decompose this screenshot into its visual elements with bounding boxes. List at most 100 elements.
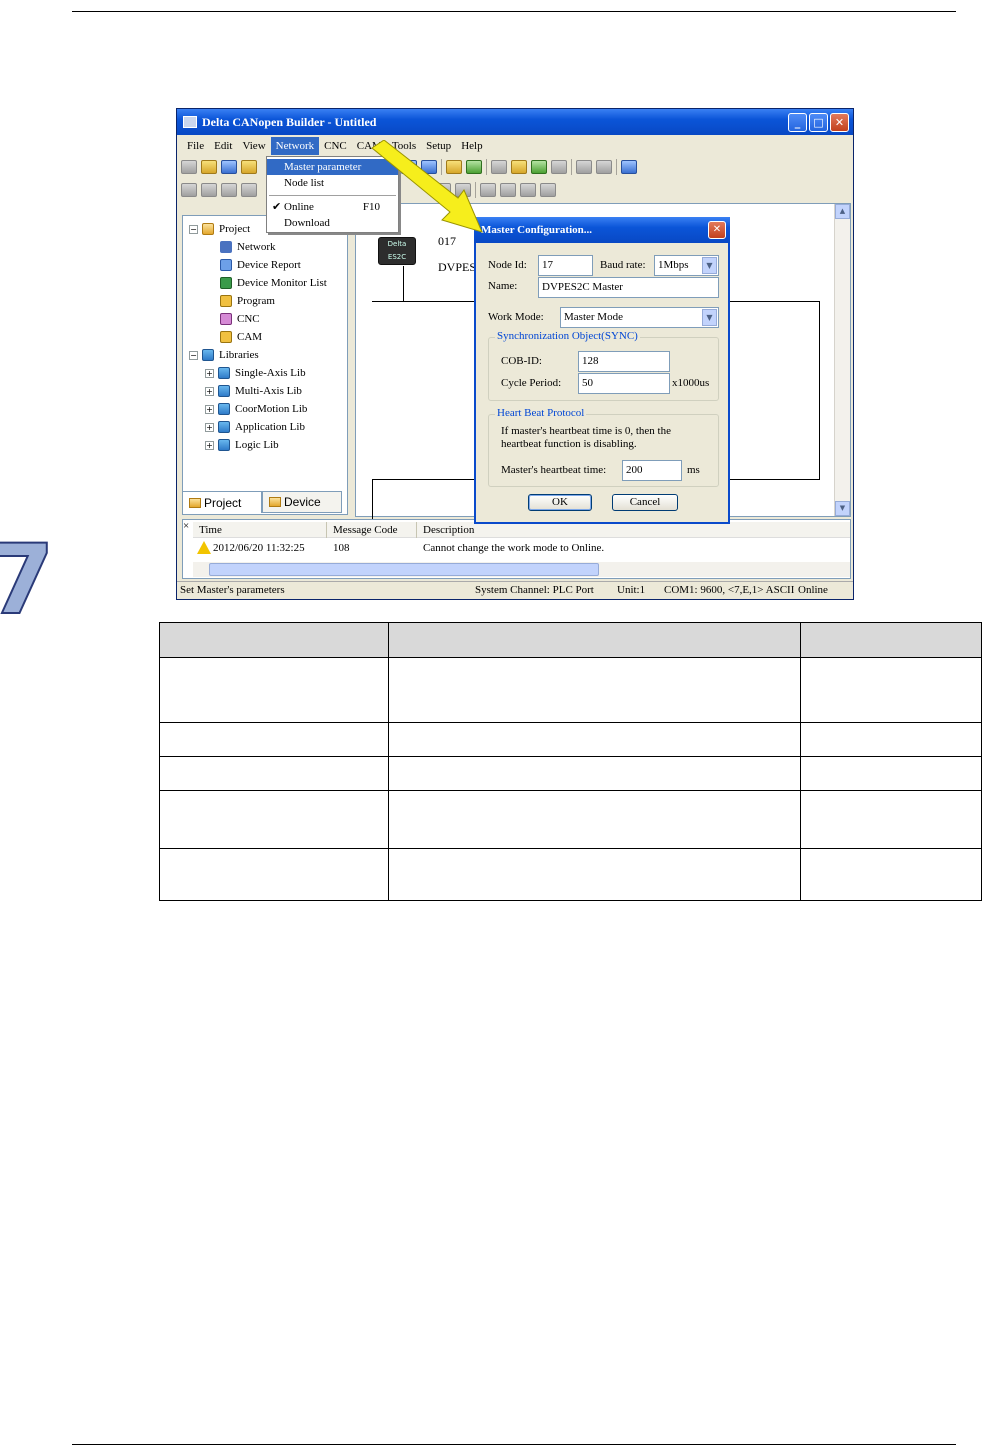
hand-icon[interactable] [551, 160, 567, 174]
expand-icon[interactable]: + [205, 422, 214, 432]
tree-node-network[interactable]: Network [220, 238, 276, 256]
chart-icon[interactable] [531, 160, 547, 174]
menu-file[interactable]: File [182, 137, 209, 155]
column-description[interactable]: Description [417, 522, 717, 538]
table-row [159, 790, 982, 849]
parameter-table [159, 622, 982, 901]
dialog-close-button[interactable]: ✕ [708, 221, 726, 239]
heartbeat-group: Heart Beat Protocol If master's heartbea… [488, 407, 719, 487]
message-row[interactable]: 2012/06/20 11:32:25 108 Cannot change th… [193, 540, 850, 556]
library-cube-icon [218, 439, 230, 451]
table-cell [159, 657, 389, 723]
tree-node-application-lib[interactable]: + Application Lib [205, 418, 305, 436]
tab-project[interactable]: Project [182, 491, 262, 513]
coil-icon[interactable] [500, 183, 516, 197]
message-close-icon[interactable]: × [183, 520, 189, 532]
expand-icon[interactable]: + [205, 440, 214, 450]
vertical-scrollbar[interactable]: ▲ ▼ [834, 204, 850, 516]
chevron-down-icon[interactable]: ▼ [702, 257, 717, 274]
cycle-period-unit: x1000us [672, 377, 710, 389]
tree-node-project[interactable]: − Project [189, 220, 250, 238]
new-file-icon[interactable] [181, 160, 197, 174]
tree-node-device-report[interactable]: Device Report [220, 256, 301, 274]
column-message-code[interactable]: Message Code [327, 522, 417, 538]
node-badge: Delta ES2C [387, 240, 407, 261]
function-block-icon[interactable] [540, 183, 556, 197]
arrow-in-icon[interactable] [221, 183, 237, 197]
close-button[interactable]: ✕ [830, 113, 849, 132]
horizontal-scrollbar[interactable] [193, 562, 850, 577]
table-cell [387, 790, 802, 849]
expand-icon[interactable]: + [205, 386, 214, 396]
menu-edit[interactable]: Edit [209, 137, 237, 155]
tree-node-cnc[interactable]: CNC [220, 310, 260, 328]
status-channel: System Channel: PLC Port [475, 584, 594, 596]
open-folder-icon[interactable] [201, 160, 217, 174]
minimize-button[interactable]: _ [788, 113, 807, 132]
table-row [159, 756, 982, 791]
upload-icon[interactable] [511, 160, 527, 174]
menu-network[interactable]: Network [270, 137, 320, 155]
app-icon [183, 116, 197, 128]
name-input[interactable]: DVPES2C Master [538, 277, 719, 298]
scroll-down-icon[interactable]: ▼ [835, 501, 850, 516]
folder-icon [189, 497, 201, 508]
device-icon [269, 497, 281, 507]
divide-icon[interactable] [596, 160, 612, 174]
library-cube-icon [218, 367, 230, 379]
save-icon[interactable] [221, 160, 237, 174]
status-hint: Set Master's parameters [180, 584, 285, 596]
tree-node-device-monitor-list[interactable]: Device Monitor List [220, 274, 327, 292]
heartbeat-time-input[interactable]: 200 [622, 460, 682, 481]
node-id-input[interactable]: 17 [538, 255, 593, 276]
minus-circle-icon[interactable] [181, 183, 197, 197]
tree-node-coormotion-lib[interactable]: + CoorMotion Lib [205, 400, 307, 418]
cancel-button[interactable]: Cancel [612, 494, 678, 511]
table-cell [800, 848, 982, 901]
maximize-button[interactable]: □ [809, 113, 828, 132]
warning-icon [197, 541, 211, 554]
cob-id-label: COB-ID: [501, 355, 542, 367]
tree-node-program[interactable]: Program [220, 292, 275, 310]
menu-view[interactable]: View [237, 137, 270, 155]
table-cell [387, 657, 802, 723]
ok-button[interactable]: OK [528, 494, 592, 511]
collapse-icon[interactable]: − [189, 224, 198, 234]
line-icon[interactable] [520, 183, 536, 197]
baud-rate-value: 1Mbps [658, 259, 689, 271]
menu-item-label: Download [284, 217, 330, 229]
table-cell [800, 756, 982, 791]
callout-arrow-icon [371, 140, 483, 233]
menu-cnc[interactable]: CNC [319, 137, 352, 155]
cob-id-input[interactable]: 128 [578, 351, 670, 372]
arrow-out-icon[interactable] [241, 183, 257, 197]
report-icon [220, 259, 232, 271]
tree-node-multi-axis-lib[interactable]: + Multi-Axis Lib [205, 382, 302, 400]
tree-node-logic-lib[interactable]: + Logic Lib [205, 436, 279, 454]
master-node-icon[interactable]: Delta ES2C [378, 237, 416, 265]
grid-icon[interactable] [576, 160, 592, 174]
baud-rate-select[interactable]: 1Mbps ▼ [654, 255, 719, 276]
tree-node-cam[interactable]: CAM [220, 328, 262, 346]
refresh-icon[interactable] [621, 160, 637, 174]
save-as-icon[interactable] [241, 160, 257, 174]
heartbeat-note: If master's heartbeat time is 0, then th… [501, 425, 671, 450]
collapse-icon[interactable]: − [189, 350, 198, 360]
table-cell [800, 790, 982, 849]
expand-icon[interactable]: + [205, 368, 214, 378]
tab-device[interactable]: Device [262, 491, 342, 513]
tree-node-libraries[interactable]: − Libraries [189, 346, 259, 364]
column-time[interactable]: Time [193, 522, 327, 538]
scroll-thumb[interactable] [209, 563, 599, 576]
table-cell [387, 848, 802, 901]
work-mode-select[interactable]: Master Mode ▼ [560, 307, 719, 328]
tree-node-single-axis-lib[interactable]: + Single-Axis Lib [205, 364, 306, 382]
expand-icon[interactable]: + [205, 404, 214, 414]
scroll-up-icon[interactable]: ▲ [835, 204, 850, 219]
tree-label: CoorMotion Lib [235, 403, 308, 415]
plus-circle-icon[interactable] [201, 183, 217, 197]
cycle-period-input[interactable]: 50 [578, 373, 670, 394]
link-icon[interactable] [491, 160, 507, 174]
chevron-down-icon[interactable]: ▼ [702, 309, 717, 326]
node-name-label: DVPES [438, 260, 477, 274]
